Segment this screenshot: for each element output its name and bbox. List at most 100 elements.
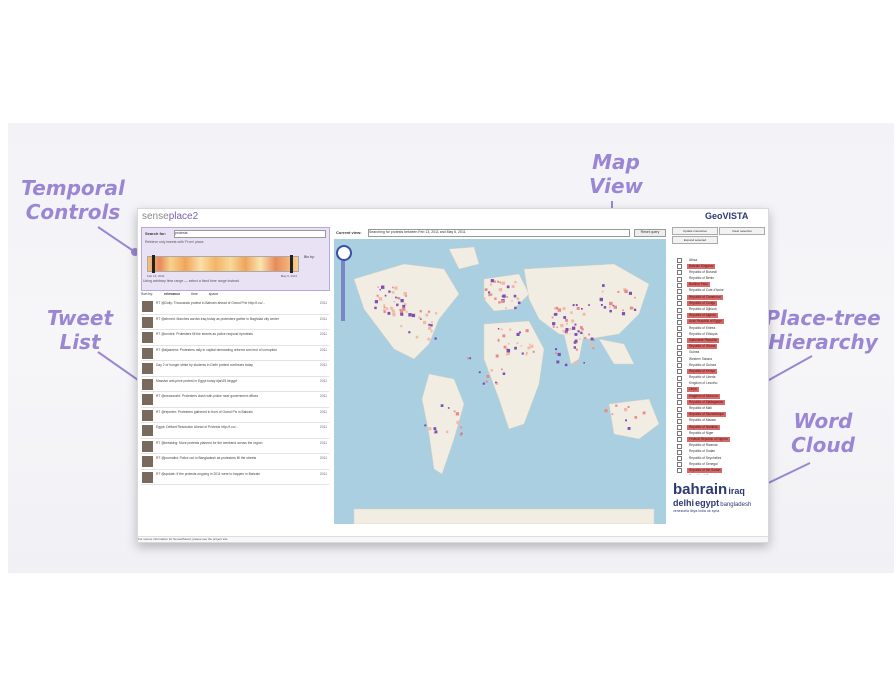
current-view-select[interactable]: Searching for protests between Feb 13, 2… bbox=[368, 229, 630, 237]
tweet-point[interactable] bbox=[495, 354, 499, 358]
tweet-point[interactable] bbox=[392, 313, 396, 317]
tweet-point[interactable] bbox=[419, 310, 422, 313]
tweet-point[interactable] bbox=[634, 296, 636, 299]
tweet-point[interactable] bbox=[502, 334, 506, 338]
timeline-handle-start[interactable] bbox=[152, 255, 155, 273]
tweet-item[interactable]: RT @breaking: More protests planned for … bbox=[141, 439, 329, 454]
timeline-histogram[interactable] bbox=[147, 255, 299, 273]
tweet-point[interactable] bbox=[415, 335, 419, 339]
tweet-point[interactable] bbox=[507, 342, 510, 345]
tweet-point[interactable] bbox=[424, 424, 427, 427]
timeline-handle-end[interactable] bbox=[290, 255, 293, 273]
tweet-point[interactable] bbox=[427, 310, 431, 313]
tweet-point[interactable] bbox=[430, 330, 433, 333]
tweet-point[interactable] bbox=[392, 286, 394, 289]
tweet-point[interactable] bbox=[390, 306, 393, 310]
tweet-point[interactable] bbox=[430, 324, 433, 327]
tweet-point[interactable] bbox=[500, 328, 503, 331]
tweet-point[interactable] bbox=[622, 309, 624, 312]
update-interactive-button[interactable]: Update interactive bbox=[672, 227, 718, 235]
tweet-point[interactable] bbox=[517, 301, 521, 305]
tweet-point[interactable] bbox=[580, 331, 583, 334]
tweet-point[interactable] bbox=[562, 329, 566, 333]
tweet-point[interactable] bbox=[514, 281, 517, 284]
world-map[interactable] bbox=[334, 239, 666, 524]
cloud-word[interactable]: bangladesh bbox=[720, 502, 751, 508]
tweet-point[interactable] bbox=[427, 337, 431, 341]
tweet-point[interactable] bbox=[560, 323, 564, 328]
tweet-point[interactable] bbox=[634, 416, 638, 419]
tweet-point[interactable] bbox=[583, 362, 585, 364]
tweet-point[interactable] bbox=[566, 331, 568, 334]
tweet-point[interactable] bbox=[494, 297, 497, 300]
tweet-point[interactable] bbox=[428, 427, 432, 431]
tweet-point[interactable] bbox=[440, 404, 444, 407]
tweet-item[interactable]: RT @cnnbrk: Protesters fill the streets … bbox=[141, 330, 329, 346]
tweet-point[interactable] bbox=[486, 375, 490, 378]
tweet-point[interactable] bbox=[445, 430, 449, 434]
tweet-point[interactable] bbox=[434, 337, 437, 340]
tweet-point[interactable] bbox=[552, 322, 556, 326]
tweet-point[interactable] bbox=[478, 371, 481, 374]
tweet-point[interactable] bbox=[599, 297, 603, 302]
tweet-point[interactable] bbox=[532, 350, 535, 353]
tweet-point[interactable] bbox=[490, 293, 493, 296]
tweet-point[interactable] bbox=[485, 380, 488, 383]
cloud-word[interactable]: bahrain bbox=[673, 481, 727, 498]
tweet-point[interactable] bbox=[516, 297, 520, 300]
tweet-point[interactable] bbox=[557, 352, 561, 357]
cloud-word[interactable]: india bbox=[698, 509, 705, 513]
tweet-point[interactable] bbox=[497, 338, 500, 341]
tweet-point[interactable] bbox=[498, 288, 503, 292]
tweet-point[interactable] bbox=[590, 344, 594, 348]
tweet-point[interactable] bbox=[428, 326, 432, 330]
tweet-point[interactable] bbox=[506, 285, 510, 289]
tweet-point[interactable] bbox=[514, 306, 517, 310]
tweet-point[interactable] bbox=[497, 280, 499, 283]
tweet-point[interactable] bbox=[578, 338, 581, 340]
tweet-point[interactable] bbox=[398, 297, 401, 300]
tweet-point[interactable] bbox=[613, 305, 617, 309]
cloud-word[interactable]: libya bbox=[690, 509, 697, 513]
tweet-point[interactable] bbox=[400, 312, 404, 316]
tweet-point[interactable] bbox=[624, 408, 628, 412]
tweet-point[interactable] bbox=[609, 309, 612, 313]
tweet-point[interactable] bbox=[405, 310, 408, 313]
tweet-point[interactable] bbox=[584, 336, 587, 339]
tweet-point[interactable] bbox=[553, 307, 556, 310]
tweet-point[interactable] bbox=[572, 304, 575, 307]
tweet-point[interactable] bbox=[554, 312, 558, 316]
tweet-point[interactable] bbox=[574, 339, 578, 343]
tweet-point[interactable] bbox=[520, 345, 523, 347]
tweet-point[interactable] bbox=[425, 313, 429, 317]
sort-space[interactable]: space bbox=[209, 292, 218, 296]
tweet-point[interactable] bbox=[402, 307, 406, 311]
tweet-point[interactable] bbox=[574, 333, 578, 336]
cloud-word[interactable]: uk bbox=[707, 509, 711, 513]
tweet-point[interactable] bbox=[381, 285, 385, 289]
tweet-point[interactable] bbox=[601, 290, 604, 293]
tweet-point[interactable] bbox=[455, 412, 460, 416]
tweet-point[interactable] bbox=[506, 296, 508, 298]
tweet-point[interactable] bbox=[625, 419, 627, 422]
tweet-point[interactable] bbox=[484, 297, 486, 300]
tweet-point[interactable] bbox=[574, 361, 578, 365]
expand-selected-button[interactable]: Expand selected bbox=[672, 236, 718, 244]
tweet-point[interactable] bbox=[482, 382, 485, 385]
tweet-point[interactable] bbox=[621, 312, 626, 316]
tweet-point[interactable] bbox=[509, 328, 512, 331]
tweet-point[interactable] bbox=[460, 426, 463, 429]
tweet-point[interactable] bbox=[383, 310, 386, 313]
tweet-point[interactable] bbox=[383, 306, 386, 309]
cloud-word[interactable]: delhi bbox=[673, 498, 694, 508]
tweet-point[interactable] bbox=[387, 311, 391, 315]
tweet-point[interactable] bbox=[395, 296, 397, 299]
tweet-point[interactable] bbox=[392, 310, 395, 313]
tweet-point[interactable] bbox=[511, 300, 513, 302]
tweet-point[interactable] bbox=[393, 300, 396, 303]
tweet-point[interactable] bbox=[493, 280, 496, 283]
tweet-point[interactable] bbox=[383, 308, 385, 311]
tweet-item[interactable]: RT @reporter: Protesters gathered in fro… bbox=[141, 408, 329, 423]
tweet-point[interactable] bbox=[570, 311, 573, 314]
tweet-point[interactable] bbox=[609, 301, 613, 306]
